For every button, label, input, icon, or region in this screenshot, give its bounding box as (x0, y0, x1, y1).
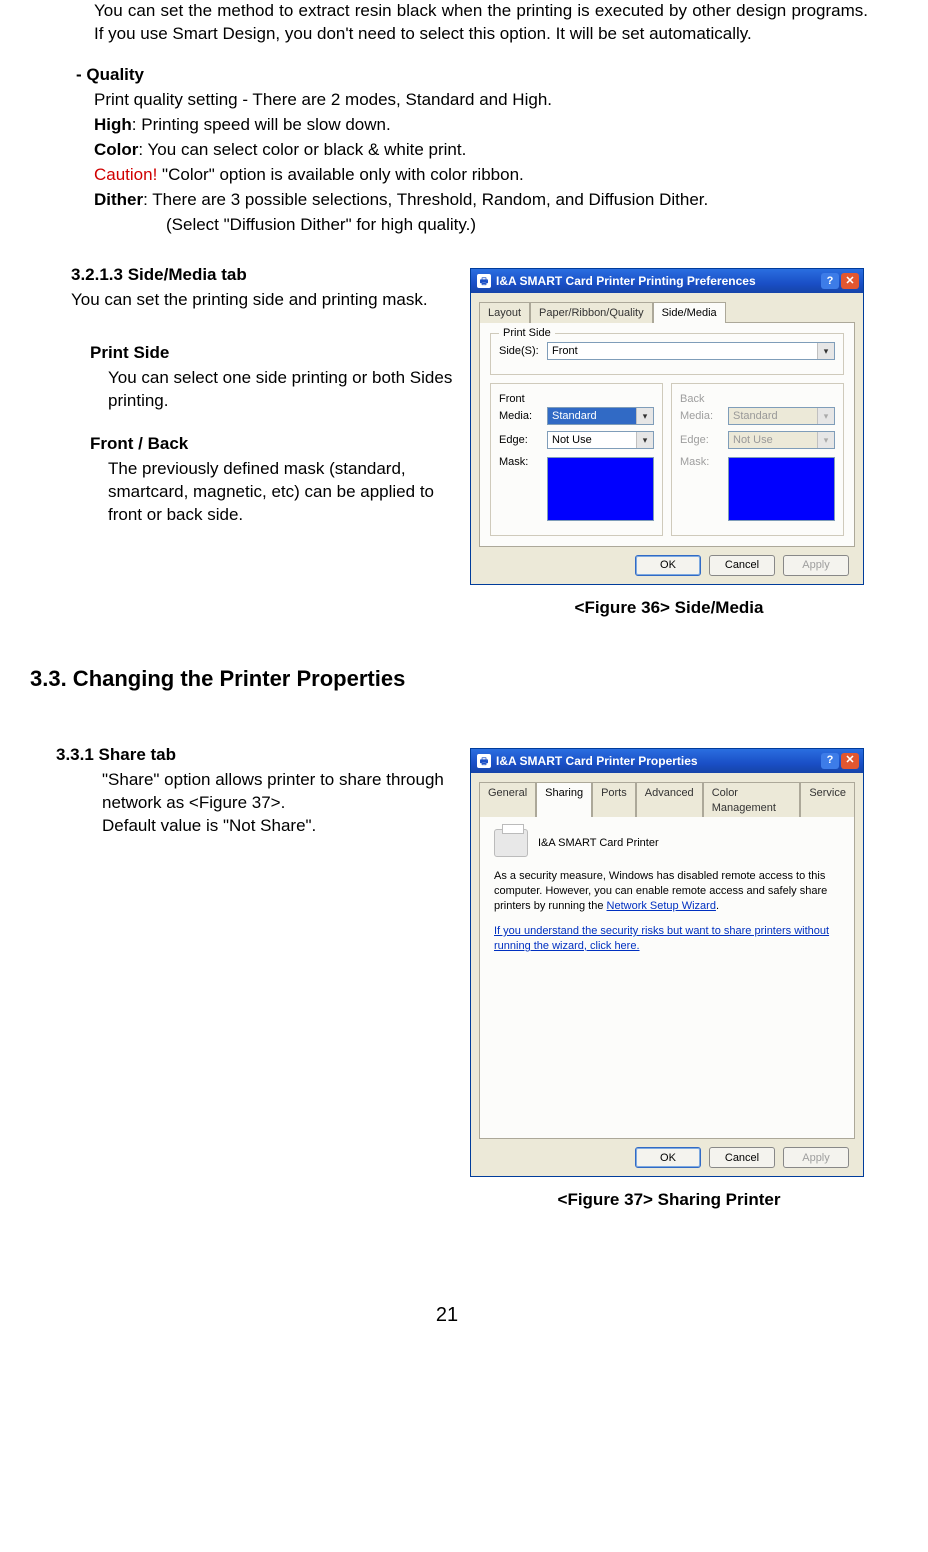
label-media-front: Media: (499, 409, 547, 424)
caution-text: Caution! (94, 165, 157, 184)
apply-button: Apply (783, 1147, 849, 1168)
label-mask-front: Mask: (499, 455, 547, 470)
select-edge-back: Not Use (728, 431, 835, 449)
help-button[interactable]: ? (821, 273, 839, 289)
section-331-l1: "Share" option allows printer to share t… (102, 769, 460, 815)
cancel-button[interactable]: Cancel (709, 1147, 775, 1168)
printside-head: Print Side (90, 342, 460, 365)
printer-name-label: I&A SMART Card Printer (538, 836, 659, 851)
tab-layout[interactable]: Layout (479, 302, 530, 323)
section-3213-head: 3.2.1.3 Side/Media tab (71, 264, 460, 287)
network-setup-wizard-link[interactable]: Network Setup Wizard (607, 900, 716, 912)
tab-service[interactable]: Service (800, 782, 855, 818)
label-media-back: Media: (680, 409, 728, 424)
tab-side-media[interactable]: Side/Media (653, 302, 726, 323)
figure-36-caption: <Figure 36> Side/Media (470, 597, 868, 620)
help-button[interactable]: ? (821, 753, 839, 769)
dialog-title: I&A SMART Card Printer Printing Preferen… (496, 273, 756, 289)
label-edge-front: Edge: (499, 433, 547, 448)
section-3213-body: You can set the printing side and printi… (71, 289, 460, 312)
label-side: Side(S): (499, 344, 547, 359)
quality-heading: - Quality (76, 64, 868, 87)
section-3-3-head: 3.3. Changing the Printer Properties (30, 664, 868, 694)
dialog-title-bar: 🖶 I&A SMART Card Printer Printing Prefer… (471, 269, 863, 293)
dialog-printing-preferences: 🖶 I&A SMART Card Printer Printing Prefer… (470, 268, 864, 585)
label-mask-back: Mask: (680, 455, 728, 470)
tab-strip: Layout Paper/Ribbon/Quality Side/Media (479, 301, 855, 323)
page-number: 21 (26, 1302, 868, 1329)
section-331-head: 3.3.1 Share tab (56, 744, 460, 767)
close-button[interactable]: ✕ (841, 273, 859, 289)
tab-paper-ribbon-quality[interactable]: Paper/Ribbon/Quality (530, 302, 653, 323)
ok-button[interactable]: OK (635, 555, 701, 576)
select-media-back: Standard (728, 407, 835, 425)
select-media-front[interactable]: Standard (547, 407, 654, 425)
apply-button: Apply (783, 555, 849, 576)
tab-strip: General Sharing Ports Advanced Color Man… (479, 781, 855, 818)
figure-37-caption: <Figure 37> Sharing Printer (470, 1189, 868, 1212)
tab-general[interactable]: General (479, 782, 536, 818)
ok-button[interactable]: OK (635, 1147, 701, 1168)
printside-body: You can select one side printing or both… (108, 367, 460, 413)
tab-ports[interactable]: Ports (592, 782, 636, 818)
frontback-head: Front / Back (90, 433, 460, 456)
close-button[interactable]: ✕ (841, 753, 859, 769)
dialog-title: I&A SMART Card Printer Properties (496, 753, 698, 769)
group-back: Back Media: Standard Edge: Not Use (671, 383, 844, 536)
select-side[interactable]: Front (547, 342, 835, 360)
dialog-title-bar: 🖶 I&A SMART Card Printer Properties ? ✕ (471, 749, 863, 773)
printer-icon: 🖶 (477, 754, 491, 768)
select-edge-front[interactable]: Not Use (547, 431, 654, 449)
printer-icon: 🖶 (477, 274, 491, 288)
section-331-l2: Default value is "Not Share". (102, 815, 460, 838)
dialog-printer-properties: 🖶 I&A SMART Card Printer Properties ? ✕ … (470, 748, 864, 1178)
frontback-body: The previously defined mask (standard, s… (108, 458, 460, 527)
printer-large-icon (494, 829, 528, 857)
tab-color-management[interactable]: Color Management (703, 782, 801, 818)
mask-preview-front (547, 457, 654, 521)
intro-paragraph: You can set the method to extract resin … (94, 0, 868, 46)
group-front: Front Media: Standard Edge: Not Use (490, 383, 663, 536)
cancel-button[interactable]: Cancel (709, 555, 775, 576)
group-print-side: Print Side Side(S): Front (490, 333, 844, 375)
label-edge-back: Edge: (680, 433, 728, 448)
tab-advanced[interactable]: Advanced (636, 782, 703, 818)
share-without-wizard-link[interactable]: If you understand the security risks but… (494, 925, 829, 952)
tab-sharing[interactable]: Sharing (536, 782, 592, 818)
mask-preview-back (728, 457, 835, 521)
quality-block: Print quality setting - There are 2 mode… (94, 89, 868, 237)
share-security-text: As a security measure, Windows has disab… (494, 869, 840, 914)
